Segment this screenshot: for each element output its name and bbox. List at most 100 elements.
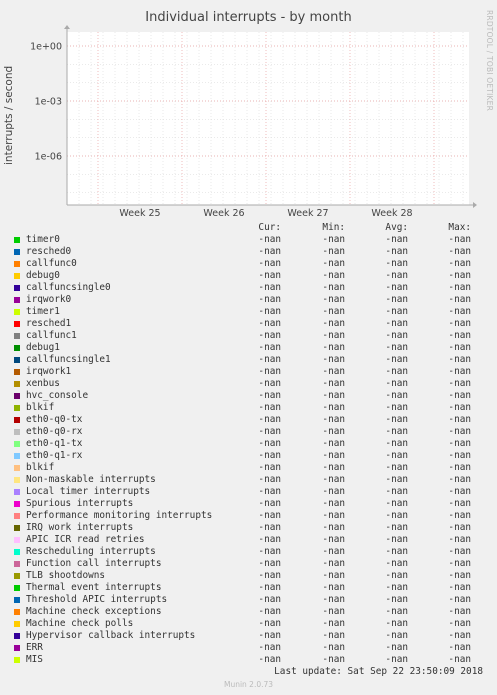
legend-avg-value: -nan	[385, 390, 408, 401]
legend-min-value: -nan	[322, 258, 345, 269]
y-tick-label: 1e-06	[35, 152, 62, 163]
legend-row: blkif -nan -nan -nan -nan	[0, 462, 497, 474]
legend-row: Hypervisor callback interrupts -nan -nan -n…	[0, 630, 497, 642]
legend-cur-value: -nan	[258, 582, 281, 593]
legend-swatch	[14, 513, 20, 519]
legend-min-value: -nan	[322, 342, 345, 353]
legend-min-value: -nan	[322, 498, 345, 509]
legend-series-name: debug0	[26, 270, 60, 281]
legend-swatch	[14, 237, 20, 243]
legend-avg-value: -nan	[385, 450, 408, 461]
legend-min-value: -nan	[322, 582, 345, 593]
legend-max-value: -nan	[448, 282, 471, 293]
legend-max-value: -nan	[448, 474, 471, 485]
legend-row: eth0-q0-rx -nan -nan -nan -nan	[0, 426, 497, 438]
legend-max-value: -nan	[448, 510, 471, 521]
legend-min-value: -nan	[322, 246, 345, 257]
legend-max-value: -nan	[448, 654, 471, 665]
legend-cur-value: -nan	[258, 462, 281, 473]
legend-cur-value: -nan	[258, 366, 281, 377]
legend-cur-value: -nan	[258, 390, 281, 401]
legend-series-name: eth0-q1-tx	[26, 438, 83, 449]
legend-avg-value: -nan	[385, 366, 408, 377]
legend-avg-value: -nan	[385, 570, 408, 581]
legend-min-value: -nan	[322, 642, 345, 653]
legend-swatch	[14, 333, 20, 339]
legend-swatch	[14, 369, 20, 375]
legend-series-name: Threshold APIC interrupts	[26, 594, 168, 605]
legend-max-value: -nan	[448, 450, 471, 461]
legend-cur-value: -nan	[258, 486, 281, 497]
legend-avg-value: -nan	[385, 594, 408, 605]
legend-cur-value: -nan	[258, 234, 281, 245]
legend-avg-value: -nan	[385, 330, 408, 341]
legend-cur-value: -nan	[258, 510, 281, 521]
legend-row: irqwork0 -nan -nan -nan -nan	[0, 294, 497, 306]
legend-series-name: Hypervisor callback interrupts	[26, 630, 196, 641]
legend-avg-value: -nan	[385, 282, 408, 293]
legend-cur-value: -nan	[258, 522, 281, 533]
legend-row: eth0-q0-tx -nan -nan -nan -nan	[0, 414, 497, 426]
legend-row: debug0 -nan -nan -nan -nan	[0, 270, 497, 282]
legend-min-value: -nan	[322, 306, 345, 317]
legend-series-name: irqwork0	[26, 294, 72, 305]
legend-cur-value: -nan	[258, 570, 281, 581]
legend-min-value: -nan	[322, 270, 345, 281]
legend-max-value: -nan	[448, 306, 471, 317]
legend-avg-value: -nan	[385, 498, 408, 509]
legend-swatch	[14, 393, 20, 399]
legend-swatch	[14, 405, 20, 411]
legend-max-value: -nan	[448, 618, 471, 629]
legend-swatch	[14, 585, 20, 591]
legend-max-value: -nan	[448, 630, 471, 641]
legend-swatch	[14, 297, 20, 303]
legend-cur-value: -nan	[258, 414, 281, 425]
legend-cur-value: -nan	[258, 270, 281, 281]
legend-swatch	[14, 321, 20, 327]
legend-row: hvc_console -nan -nan -nan -nan	[0, 390, 497, 402]
legend-swatch	[14, 549, 20, 555]
legend-row: Non-maskable interrupts -nan -nan -nan -nan	[0, 474, 497, 486]
legend-cur-value: -nan	[258, 450, 281, 461]
legend-avg-value: -nan	[385, 522, 408, 533]
legend-avg-value: -nan	[385, 342, 408, 353]
legend-swatch	[14, 609, 20, 615]
legend-min-value: -nan	[322, 546, 345, 557]
legend-swatch	[14, 489, 20, 495]
legend-row: resched1 -nan -nan -nan -nan	[0, 318, 497, 330]
legend-series-name: blkif	[26, 402, 55, 413]
legend-avg-value: -nan	[385, 654, 408, 665]
legend-row: eth0-q1-rx -nan -nan -nan -nan	[0, 450, 497, 462]
legend-series-name: xenbus	[26, 378, 60, 389]
legend-row: Thermal event interrupts -nan -nan -nan -nan	[0, 582, 497, 594]
legend-series-name: blkif	[26, 462, 55, 473]
legend-series-name: resched1	[26, 318, 72, 329]
legend-row: timer0 -nan -nan -nan -nan	[0, 234, 497, 246]
legend-max-value: -nan	[448, 342, 471, 353]
legend-cur-value: -nan	[258, 546, 281, 557]
legend-cur-value: -nan	[258, 474, 281, 485]
legend-max-value: -nan	[448, 498, 471, 509]
legend-avg-value: -nan	[385, 474, 408, 485]
legend-series-name: Machine check polls	[26, 618, 134, 629]
legend-avg-value: -nan	[385, 546, 408, 557]
legend-swatch	[14, 621, 20, 627]
legend-cur-value: -nan	[258, 330, 281, 341]
legend-row: resched0 -nan -nan -nan -nan	[0, 246, 497, 258]
legend-series-name: callfunc0	[26, 258, 77, 269]
legend-min-value: -nan	[322, 318, 345, 329]
legend-cur-value: -nan	[258, 606, 281, 617]
legend-min-value: -nan	[322, 402, 345, 413]
legend-avg-value: -nan	[385, 534, 408, 545]
col-avg-header: Avg:	[385, 222, 408, 233]
legend-swatch	[14, 525, 20, 531]
legend-min-value: -nan	[322, 630, 345, 641]
legend-swatch	[14, 309, 20, 315]
legend-cur-value: -nan	[258, 246, 281, 257]
legend-max-value: -nan	[448, 462, 471, 473]
legend-avg-value: -nan	[385, 414, 408, 425]
y-axis-arrow	[64, 25, 70, 29]
legend-series-name: ERR	[26, 642, 43, 653]
legend-series-name: callfuncsingle0	[26, 282, 111, 293]
legend-swatch	[14, 357, 20, 363]
